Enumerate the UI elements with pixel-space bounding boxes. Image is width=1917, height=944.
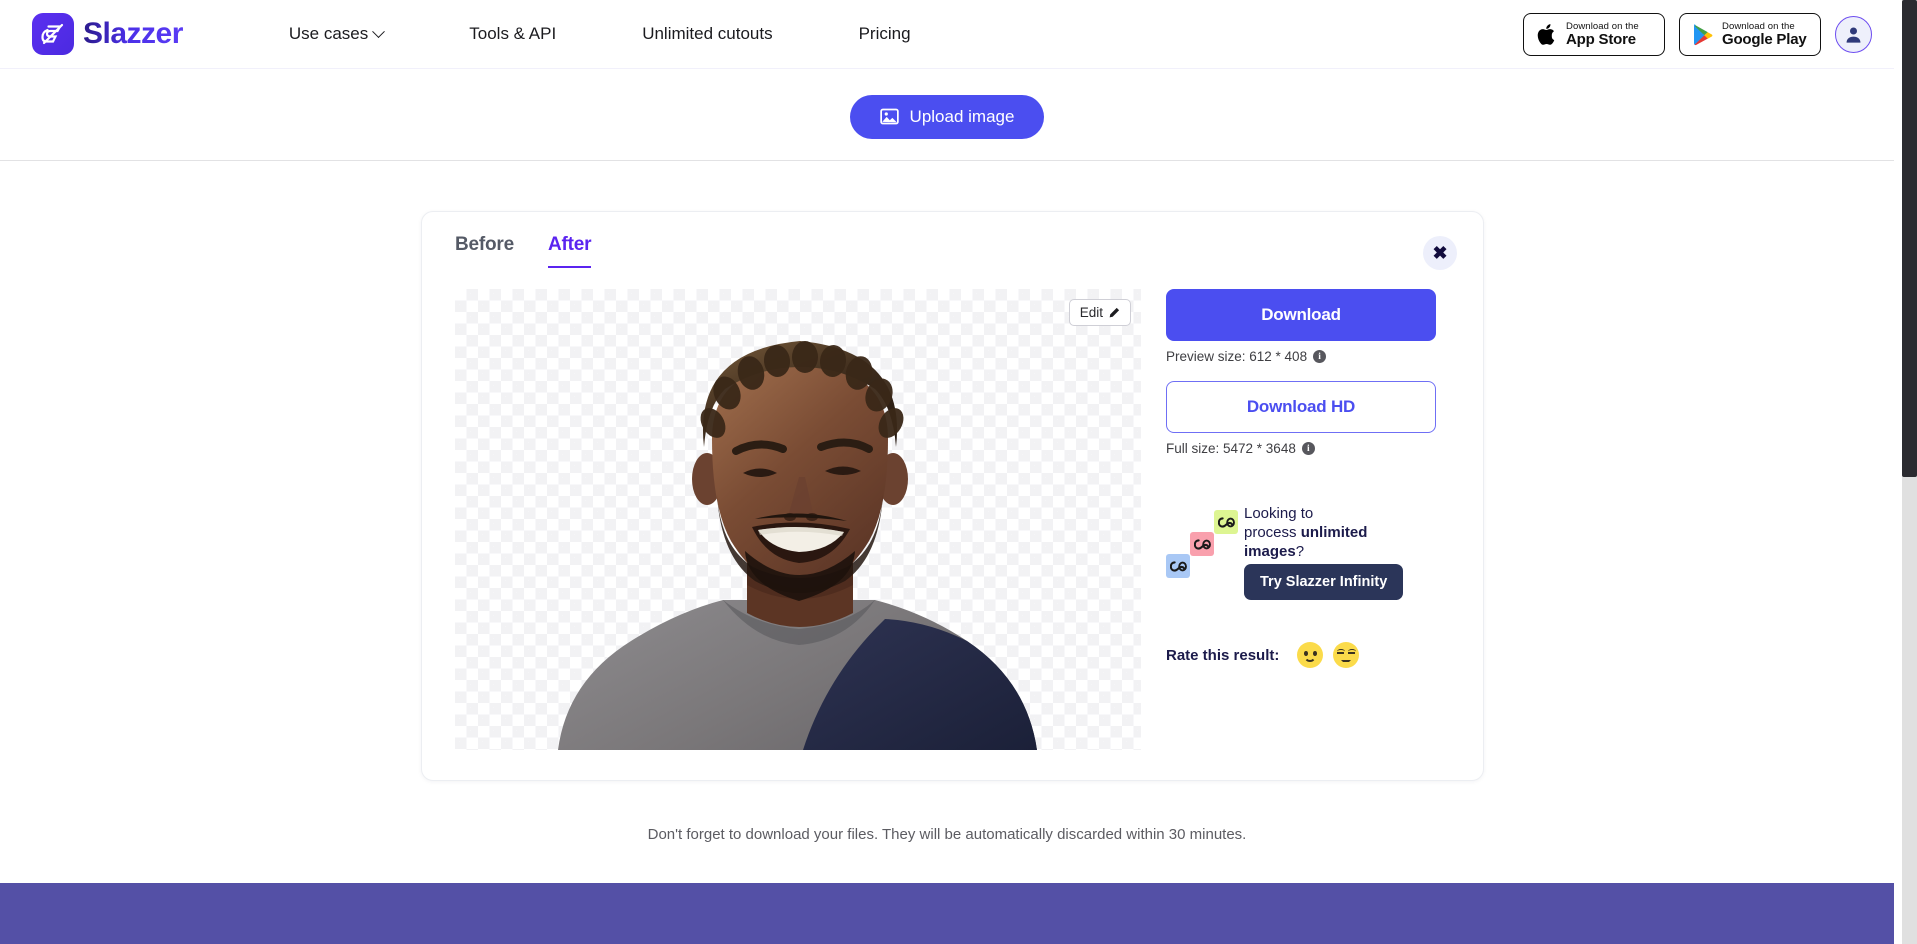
promo-text: Looking to process unlimited images? xyxy=(1244,504,1429,561)
rate-label: Rate this result: xyxy=(1166,646,1280,664)
nav-item-pricing[interactable]: Pricing xyxy=(859,24,911,44)
info-icon[interactable]: i xyxy=(1301,442,1315,455)
nav-item-unlimited-cutouts[interactable]: Unlimited cutouts xyxy=(642,24,772,44)
emoji-eye-left xyxy=(1337,652,1345,654)
result-card: Before After ✖ Edit Download Preview siz… xyxy=(421,211,1484,781)
happy-emoji-button[interactable] xyxy=(1297,642,1324,668)
discard-notice: Don't forget to download your files. The… xyxy=(647,826,1247,843)
infinity-promo: Looking to process unlimited images? Try… xyxy=(1166,504,1436,614)
site-header: Slazzer Use cases Tools & API Unlimited … xyxy=(0,0,1894,69)
edit-label: Edit xyxy=(1079,305,1103,320)
nav-label: Tools & API xyxy=(469,24,557,43)
promo-line2-bold: unlimited xyxy=(1300,524,1368,541)
image-icon xyxy=(879,108,899,125)
nav-label: Use cases xyxy=(288,24,369,43)
edit-button[interactable]: Edit xyxy=(1068,299,1131,326)
promo-line3-bold: images xyxy=(1244,543,1296,560)
page-root: Slazzer Use cases Tools & API Unlimited … xyxy=(0,0,1917,944)
header-actions: Download on the App Store Download on th… xyxy=(1523,0,1894,69)
google-play-button[interactable]: Download on the Google Play xyxy=(1679,13,1821,56)
nav-label: Unlimited cutouts xyxy=(642,24,773,43)
account-avatar-button[interactable] xyxy=(1835,16,1872,53)
sad-emoji-button[interactable] xyxy=(1333,642,1360,668)
emoji-eye-right xyxy=(1348,652,1356,654)
tab-before[interactable]: Before xyxy=(455,234,514,268)
brand-logo[interactable]: Slazzer xyxy=(32,13,183,55)
download-button[interactable]: Download xyxy=(1166,289,1436,341)
preview-size-row: Preview size: 612 * 408 i xyxy=(1166,349,1436,364)
promo-line1: Looking to xyxy=(1244,505,1314,522)
user-icon xyxy=(1846,27,1861,43)
cutout-portrait-image xyxy=(558,341,1037,750)
download-hd-button[interactable]: Download HD xyxy=(1166,381,1436,433)
main-nav: Use cases Tools & API Unlimited cutouts … xyxy=(289,24,911,44)
promo-line2-prefix: process xyxy=(1244,524,1301,541)
upload-image-button[interactable]: Upload image xyxy=(849,94,1045,139)
google-play-icon xyxy=(1694,24,1713,46)
infinity-chip-icon xyxy=(1190,532,1214,556)
try-slazzer-infinity-button[interactable]: Try Slazzer Infinity xyxy=(1244,564,1404,600)
nav-item-tools-api[interactable]: Tools & API xyxy=(469,24,556,44)
infinity-chip-icon xyxy=(1214,510,1238,534)
infinity-chip-icon xyxy=(1166,554,1190,578)
tab-after[interactable]: After xyxy=(547,234,592,268)
apple-icon xyxy=(1537,24,1555,45)
page-scrollbar[interactable] xyxy=(1894,0,1917,944)
footer-band xyxy=(0,883,1894,944)
app-store-button[interactable]: Download on the App Store xyxy=(1523,13,1665,56)
promo-line3-suffix: ? xyxy=(1295,543,1305,560)
download-panel: Download Preview size: 612 * 408 i Downl… xyxy=(1166,289,1436,668)
pencil-icon xyxy=(1109,307,1120,317)
google-play-big-label: Google Play xyxy=(1722,30,1807,48)
nav-item-use-cases[interactable]: Use cases xyxy=(288,24,386,44)
scrollbar-thumb[interactable] xyxy=(1902,0,1917,477)
image-preview: Edit xyxy=(455,289,1141,750)
brand-name: Slazzer xyxy=(83,17,183,50)
rate-result-row: Rate this result: xyxy=(1166,642,1436,668)
before-after-tabs: Before After xyxy=(455,234,592,268)
info-icon[interactable]: i xyxy=(1313,350,1327,363)
nav-label: Pricing xyxy=(858,24,911,43)
full-size-label: Full size: 5472 * 3648 xyxy=(1166,441,1296,456)
emoji-mouth xyxy=(1304,655,1317,662)
emoji-mouth xyxy=(1341,660,1352,662)
infinity-chips xyxy=(1166,510,1241,590)
app-store-big-label: App Store xyxy=(1566,30,1636,48)
full-size-row: Full size: 5472 * 3648 i xyxy=(1166,441,1436,456)
close-icon[interactable]: ✖ xyxy=(1423,236,1457,270)
preview-size-label: Preview size: 612 * 408 xyxy=(1166,349,1308,364)
upload-image-label: Upload image xyxy=(909,106,1015,126)
chevron-down-icon xyxy=(372,24,386,38)
upload-bar: Upload image xyxy=(0,69,1894,161)
slazzer-logo-icon xyxy=(32,13,74,55)
